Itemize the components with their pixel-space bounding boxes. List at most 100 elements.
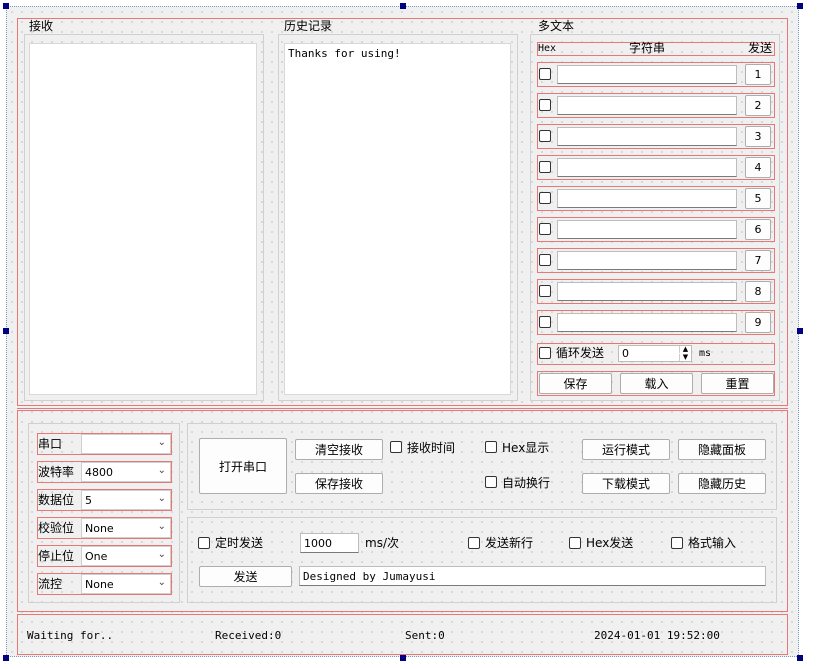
chevron-down-icon: ⌄ [157, 493, 166, 504]
history-textarea[interactable]: Thanks for using! [284, 43, 511, 395]
config-combo-flow[interactable]: None ⌄ [81, 574, 171, 594]
resize-handle[interactable] [3, 655, 9, 661]
config-value-parity: None [85, 522, 114, 535]
config-combo-parity[interactable]: None ⌄ [81, 518, 171, 538]
status-waiting: Waiting for.. [27, 629, 114, 642]
resize-handle[interactable] [3, 328, 9, 334]
load-button[interactable]: 载入 [620, 373, 693, 394]
save-receive-button[interactable]: 保存接收 [295, 473, 383, 494]
multi-text-input[interactable] [557, 313, 737, 332]
resize-handle[interactable] [797, 3, 803, 9]
spin-down-icon[interactable]: ▼ [679, 354, 691, 361]
hex-display-label: Hex显示 [502, 441, 550, 455]
receive-time-label: 接收时间 [407, 441, 456, 455]
history-title: 历史记录 [284, 19, 333, 33]
hex-send-label: Hex发送 [586, 536, 634, 550]
status-time: 2024-01-01 19:52:00 [594, 629, 720, 642]
config-value-baud: 4800 [85, 466, 113, 479]
send-interval-unit: ms/次 [365, 536, 399, 550]
chevron-down-icon: ⌄ [157, 549, 166, 560]
hide-panel-button[interactable]: 隐藏面板 [678, 439, 766, 460]
hex-checkbox[interactable] [539, 130, 551, 142]
resize-handle[interactable] [797, 655, 803, 661]
hex-checkbox[interactable] [539, 192, 551, 204]
hex-checkbox[interactable] [539, 316, 551, 328]
multi-text-input[interactable] [557, 127, 737, 146]
hex-checkbox[interactable] [539, 68, 551, 80]
chevron-down-icon: ⌄ [157, 577, 166, 588]
chevron-down-icon: ⌄ [157, 465, 166, 476]
send-text-input[interactable]: Designed by Jumayusi [299, 566, 766, 586]
resize-handle[interactable] [3, 3, 9, 9]
send-row-button[interactable]: 4 [745, 157, 771, 178]
resize-handle[interactable] [400, 655, 406, 661]
send-row-button[interactable]: 1 [745, 64, 771, 85]
loop-send-label: 循环发送 [556, 346, 605, 360]
send-newline-checkbox[interactable] [468, 537, 480, 549]
send-row-button[interactable]: 9 [745, 312, 771, 333]
send-interval-input[interactable]: 1000 [300, 533, 359, 553]
resize-handle[interactable] [797, 328, 803, 334]
loop-interval-value: 0 [622, 347, 629, 360]
multi-text-input[interactable] [557, 220, 737, 239]
resize-handle[interactable] [400, 3, 406, 9]
loop-interval-spinbox[interactable]: 0 ▲ ▼ [618, 345, 692, 362]
hex-checkbox[interactable] [539, 285, 551, 297]
config-label-parity: 校验位 [38, 521, 75, 535]
reset-button[interactable]: 重置 [701, 373, 774, 394]
multi-text-input[interactable] [557, 282, 737, 301]
loop-send-checkbox[interactable] [539, 347, 551, 359]
hex-send-checkbox[interactable] [569, 537, 581, 549]
send-row-button[interactable]: 5 [745, 188, 771, 209]
status-sent: Sent:0 [405, 629, 445, 642]
send-button[interactable]: 发送 [199, 566, 292, 587]
run-mode-button[interactable]: 运行模式 [582, 439, 670, 460]
multi-text-input[interactable] [557, 251, 737, 270]
format-input-checkbox[interactable] [671, 537, 683, 549]
hex-checkbox[interactable] [539, 254, 551, 266]
send-row-button[interactable]: 3 [745, 126, 771, 147]
loop-unit: ms [699, 348, 712, 359]
history-content: Thanks for using! [288, 47, 401, 60]
send-row-button[interactable]: 2 [745, 95, 771, 116]
splitter-line [17, 408, 788, 409]
download-mode-button[interactable]: 下载模式 [582, 473, 670, 494]
send-interval-value: 1000 [304, 537, 332, 550]
config-value-stop_bits: One [85, 550, 108, 563]
save-button[interactable]: 保存 [539, 373, 612, 394]
send-text-value: Designed by Jumayusi [303, 570, 436, 583]
multi-text-input[interactable] [557, 189, 737, 208]
multi-text-input[interactable] [557, 65, 737, 84]
config-combo-baud[interactable]: 4800 ⌄ [81, 462, 171, 482]
auto-newline-checkbox[interactable] [485, 476, 497, 488]
status-received: Received:0 [215, 629, 282, 642]
hide-history-button[interactable]: 隐藏历史 [678, 473, 766, 494]
send-row-button[interactable]: 6 [745, 219, 771, 240]
send-newline-label: 发送新行 [485, 536, 534, 550]
config-label-data_bits: 数据位 [38, 493, 75, 507]
timed-send-checkbox[interactable] [198, 537, 210, 549]
clear-receive-button[interactable]: 清空接收 [295, 439, 383, 460]
hex-display-checkbox[interactable] [485, 441, 497, 453]
config-combo-port[interactable]: ⌄ [81, 434, 171, 454]
hex-checkbox[interactable] [539, 99, 551, 111]
receive-textarea[interactable] [29, 43, 257, 395]
spin-up-icon[interactable]: ▲ [679, 346, 691, 353]
header-string: 字符串 [629, 41, 666, 55]
open-port-button[interactable]: 打开串口 [199, 438, 287, 494]
config-label-port: 串口 [38, 437, 63, 451]
config-combo-stop_bits[interactable]: One ⌄ [81, 546, 171, 566]
config-label-baud: 波特率 [38, 465, 75, 479]
receive-title: 接收 [29, 19, 54, 33]
config-combo-data_bits[interactable]: 5 ⌄ [81, 490, 171, 510]
multi-text-input[interactable] [557, 96, 737, 115]
hex-checkbox[interactable] [539, 223, 551, 235]
send-row-button[interactable]: 7 [745, 250, 771, 271]
multi-text-input[interactable] [557, 158, 737, 177]
receive-time-checkbox[interactable] [390, 441, 402, 453]
chevron-down-icon: ⌄ [157, 437, 166, 448]
send-group [187, 517, 777, 603]
format-input-label: 格式输入 [688, 536, 737, 550]
send-row-button[interactable]: 8 [745, 281, 771, 302]
hex-checkbox[interactable] [539, 161, 551, 173]
